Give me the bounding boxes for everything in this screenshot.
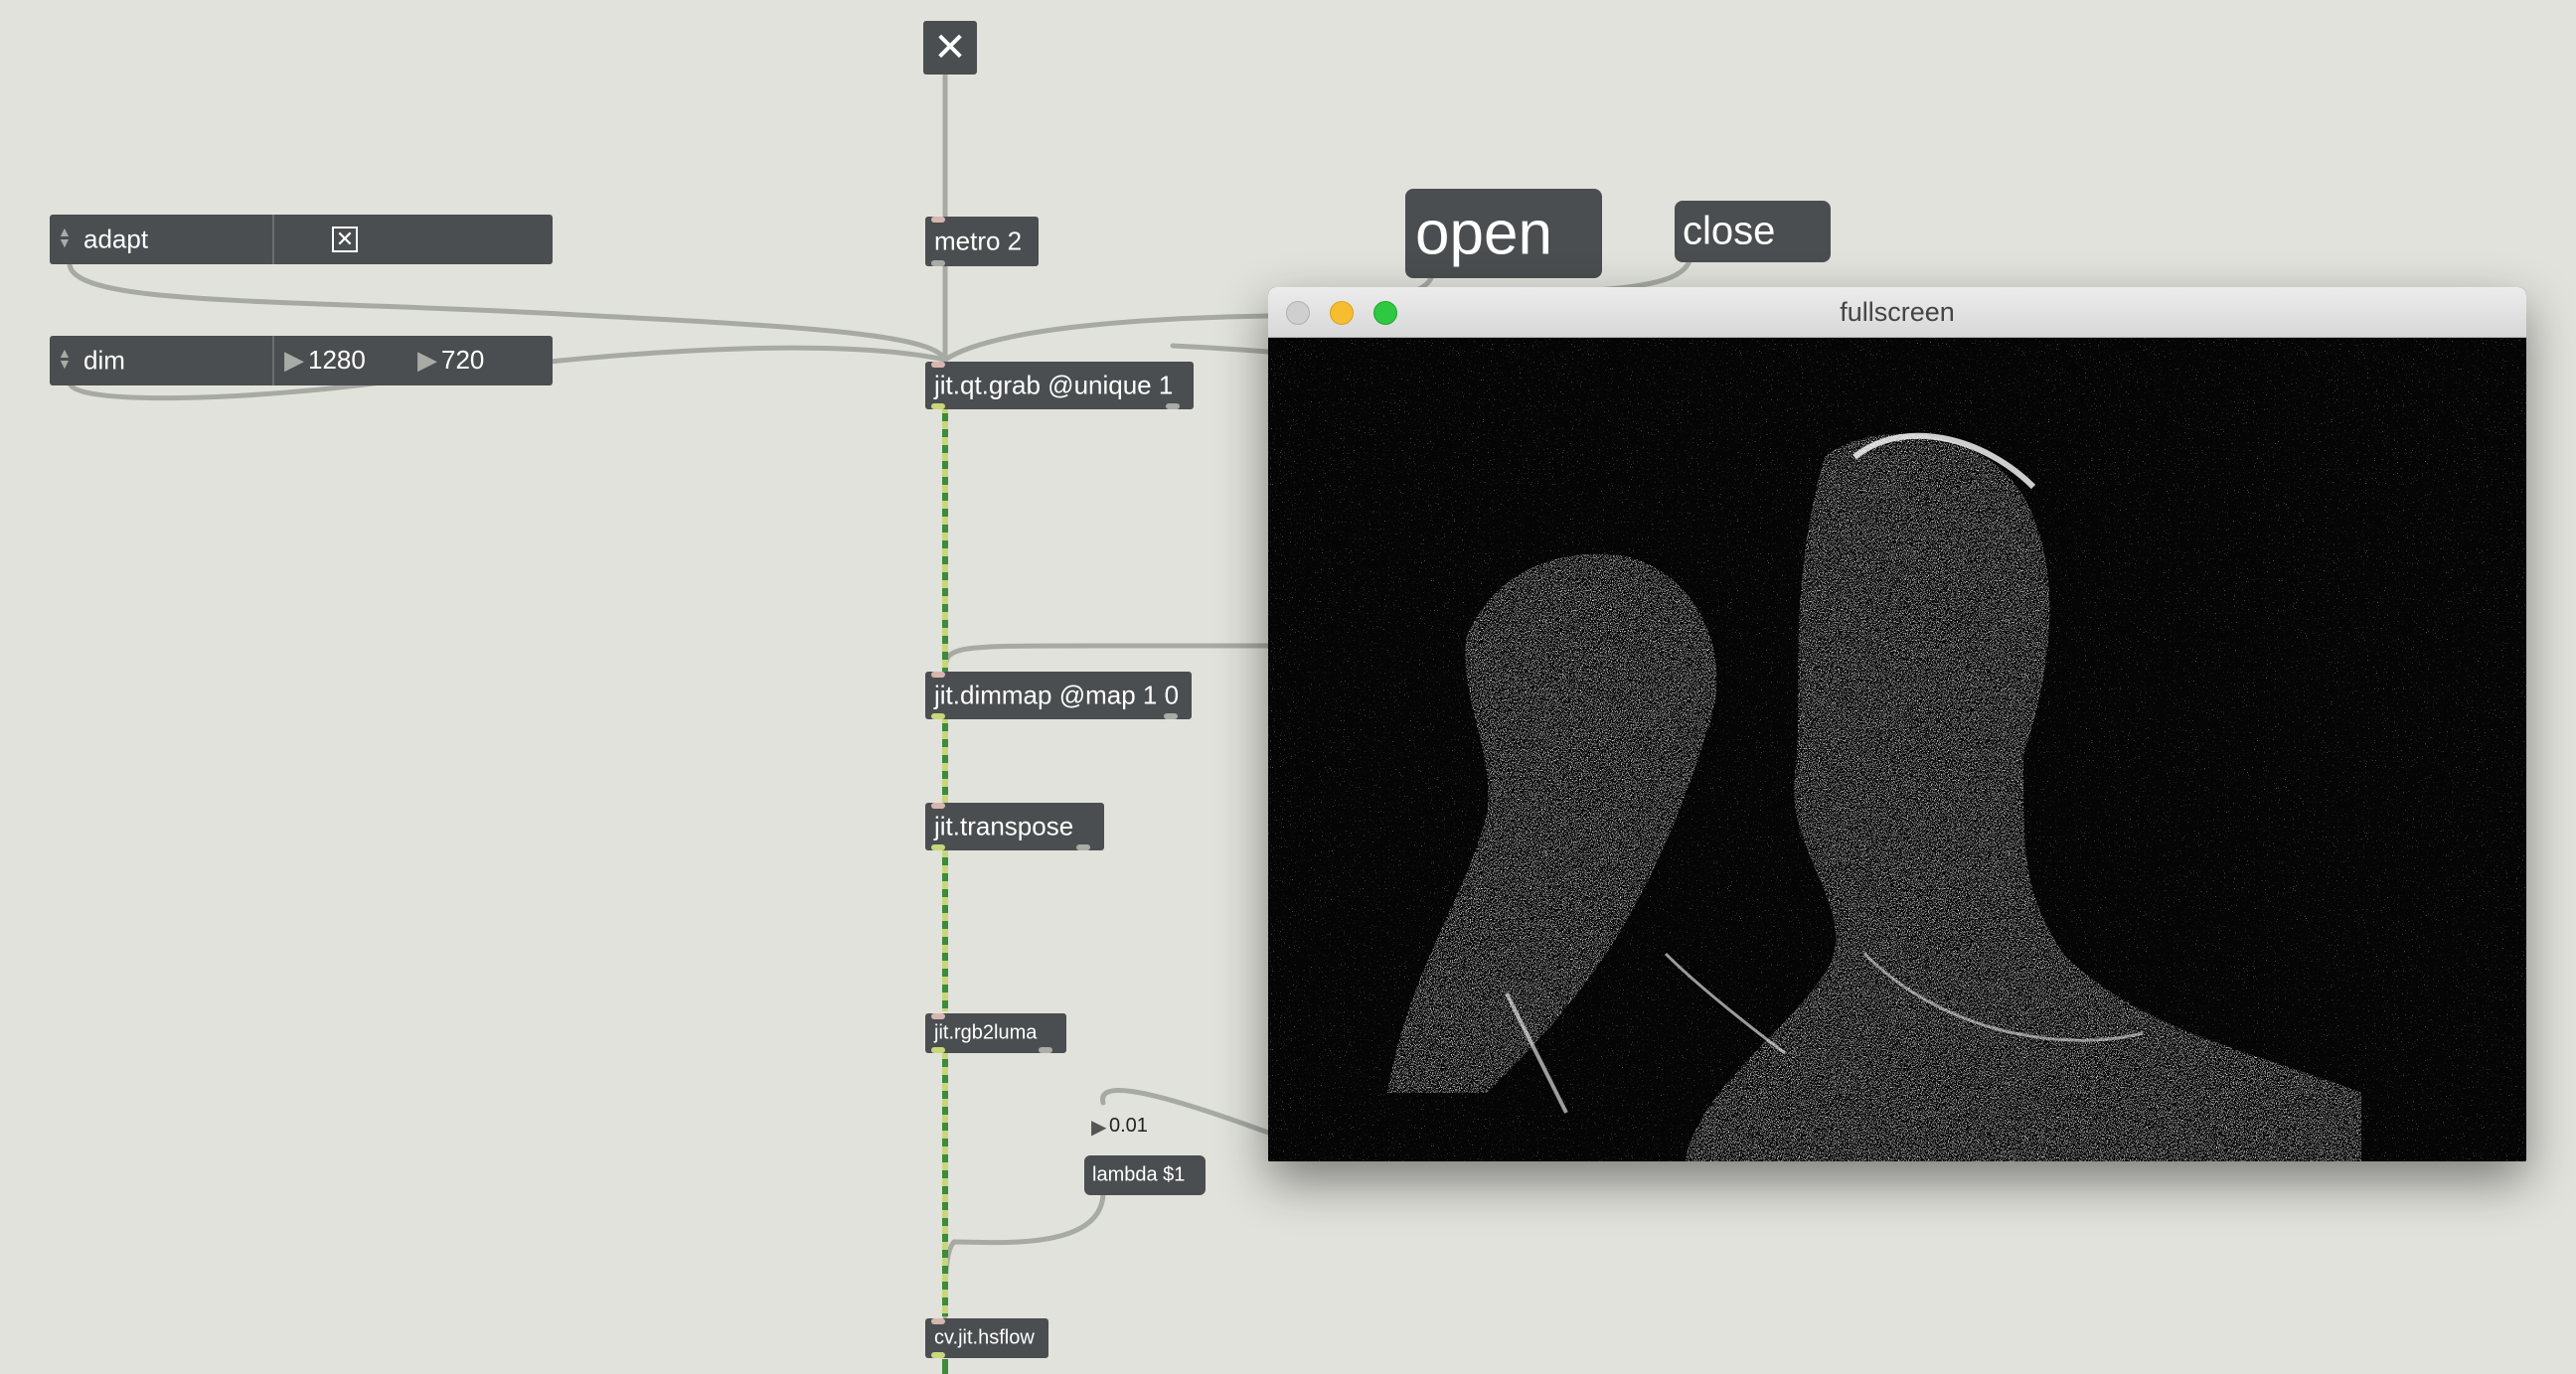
triangle-right-icon: ▶ bbox=[284, 345, 304, 375]
jit-qt-grab-object[interactable]: jit.qt.grab @unique 1 bbox=[925, 362, 1194, 409]
inlet[interactable] bbox=[931, 1013, 945, 1019]
attrui-label: adapt bbox=[83, 224, 149, 254]
outlet[interactable] bbox=[1076, 844, 1090, 850]
window-titlebar[interactable]: fullscreen bbox=[1268, 287, 2526, 338]
optical-flow-image bbox=[1268, 338, 2526, 1161]
inlet[interactable] bbox=[931, 803, 945, 809]
triangle-right-icon: ▶ bbox=[1091, 1117, 1107, 1139]
inlet[interactable] bbox=[931, 362, 945, 368]
window-title: fullscreen bbox=[1840, 297, 1955, 327]
fullscreen-window[interactable]: fullscreen bbox=[1268, 287, 2526, 1161]
open-message[interactable]: open bbox=[1405, 189, 1602, 278]
lambda-number-box[interactable]: ▶ 0.01 bbox=[1087, 1109, 1167, 1145]
jit-transpose-object[interactable]: jit.transpose bbox=[925, 803, 1104, 850]
attrui-label: dim bbox=[83, 345, 125, 376]
close-x-icon: ✕ bbox=[933, 26, 967, 70]
dim-width-field[interactable]: ▶ 1280 bbox=[284, 345, 366, 376]
dim-height-field[interactable]: ▶ 720 bbox=[417, 345, 484, 376]
outlet[interactable] bbox=[931, 844, 945, 850]
outlet[interactable] bbox=[931, 1047, 945, 1053]
outlet[interactable] bbox=[1164, 713, 1178, 719]
toggle-button[interactable]: ✕ bbox=[923, 21, 977, 75]
metro-object[interactable]: metro 2 bbox=[925, 217, 1039, 266]
cv-jit-hsflow-object[interactable]: cv.jit.hsflow bbox=[925, 1318, 1048, 1358]
adapt-checkbox[interactable]: ✕ bbox=[332, 227, 358, 252]
attrui-adapt[interactable]: ▲ ▼ adapt ✕ bbox=[50, 215, 553, 264]
jit-rgb2luma-object[interactable]: jit.rgb2luma bbox=[925, 1013, 1066, 1053]
inlet[interactable] bbox=[931, 672, 945, 678]
attrui-divider bbox=[272, 336, 274, 385]
attrui-dim[interactable]: ▲ ▼ dim ▶ 1280 ▶ 720 bbox=[50, 336, 553, 385]
lambda-message[interactable]: lambda $1 bbox=[1084, 1155, 1206, 1195]
attrui-divider bbox=[272, 215, 274, 264]
updown-arrows-icon: ▲ ▼ bbox=[58, 224, 72, 250]
jit-dimmap-object[interactable]: jit.dimmap @map 1 0 bbox=[925, 672, 1192, 719]
outlet[interactable] bbox=[1039, 1047, 1052, 1053]
inlet[interactable] bbox=[931, 217, 945, 223]
inlet[interactable] bbox=[931, 1318, 945, 1324]
outlet[interactable] bbox=[1166, 403, 1180, 409]
video-output bbox=[1268, 338, 2526, 1161]
close-message[interactable]: close bbox=[1675, 201, 1831, 262]
triangle-right-icon: ▶ bbox=[417, 345, 437, 375]
outlet[interactable] bbox=[931, 403, 945, 409]
outlet[interactable] bbox=[931, 713, 945, 719]
updown-arrows-icon: ▲ ▼ bbox=[58, 345, 72, 372]
outlet[interactable] bbox=[931, 1352, 945, 1358]
checkbox-x-icon: ✕ bbox=[335, 227, 355, 251]
outlet[interactable] bbox=[931, 260, 945, 266]
